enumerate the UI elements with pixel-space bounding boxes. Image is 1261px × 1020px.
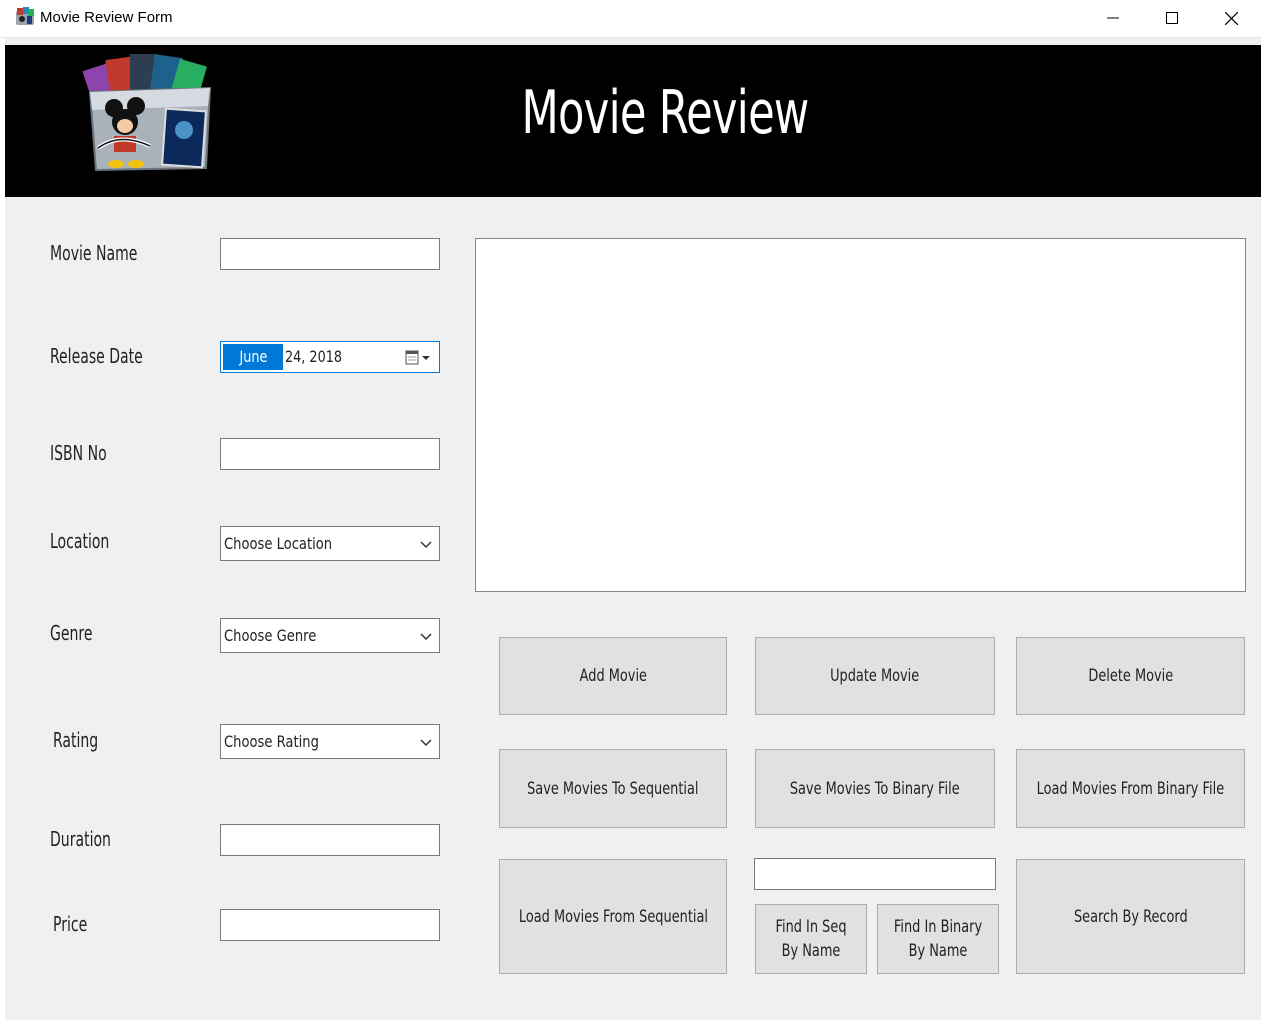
header-title: Movie Review	[521, 78, 809, 148]
add-movie-button[interactable]: Add Movie	[499, 637, 727, 715]
close-button[interactable]	[1202, 0, 1260, 36]
app-icon	[14, 7, 36, 27]
rating-selected-value: Choose Rating	[224, 732, 319, 751]
duration-label: Duration	[50, 827, 111, 851]
genre-selected-value: Choose Genre	[224, 626, 317, 645]
search-by-record-button[interactable]: Search By Record	[1016, 859, 1245, 974]
chevron-down-icon	[420, 633, 432, 641]
rating-select[interactable]: Choose Rating	[220, 724, 440, 759]
disney-movies-logo-icon	[80, 52, 220, 174]
chevron-down-icon	[420, 541, 432, 549]
minimize-button[interactable]	[1084, 0, 1142, 36]
genre-label: Genre	[50, 621, 93, 645]
maximize-icon	[1166, 12, 1178, 24]
isbn-label: ISBN No	[50, 441, 107, 465]
genre-select[interactable]: Choose Genre	[220, 618, 440, 653]
minimize-icon	[1107, 17, 1119, 19]
save-sequential-button[interactable]: Save Movies To Sequential	[499, 749, 727, 828]
location-select[interactable]: Choose Location	[220, 526, 440, 561]
movie-name-input[interactable]	[220, 238, 440, 270]
window-title: Movie Review Form	[40, 9, 173, 26]
close-icon	[1224, 11, 1238, 25]
load-sequential-button[interactable]: Load Movies From Sequential	[499, 859, 727, 974]
release-date-day-year[interactable]: 24, 2018	[285, 344, 356, 370]
movie-name-label: Movie Name	[50, 241, 138, 265]
price-input[interactable]	[220, 909, 440, 941]
location-label: Location	[50, 529, 110, 553]
release-date-picker[interactable]: June 24, 2018	[220, 341, 440, 373]
release-date-month[interactable]: June	[223, 344, 283, 370]
maximize-button[interactable]	[1143, 0, 1201, 36]
price-label: Price	[53, 912, 88, 936]
search-name-input[interactable]	[754, 858, 996, 890]
delete-movie-button[interactable]: Delete Movie	[1016, 637, 1245, 715]
isbn-input[interactable]	[220, 438, 440, 470]
window-title-bar[interactable]: Movie Review Form	[0, 0, 1261, 38]
location-selected-value: Choose Location	[224, 534, 333, 553]
find-in-seq-button[interactable]: Find In Seq By Name	[755, 904, 867, 974]
load-binary-button[interactable]: Load Movies From Binary File	[1016, 749, 1245, 828]
chevron-down-icon	[420, 739, 432, 747]
movies-listbox[interactable]	[475, 238, 1246, 592]
find-in-binary-button[interactable]: Find In Binary By Name	[877, 904, 999, 974]
update-movie-button[interactable]: Update Movie	[755, 637, 995, 715]
calendar-dropdown-icon[interactable]	[405, 349, 433, 367]
release-date-label: Release Date	[50, 344, 143, 368]
rating-label: Rating	[53, 728, 99, 752]
duration-input[interactable]	[220, 824, 440, 856]
save-binary-button[interactable]: Save Movies To Binary File	[755, 749, 995, 828]
